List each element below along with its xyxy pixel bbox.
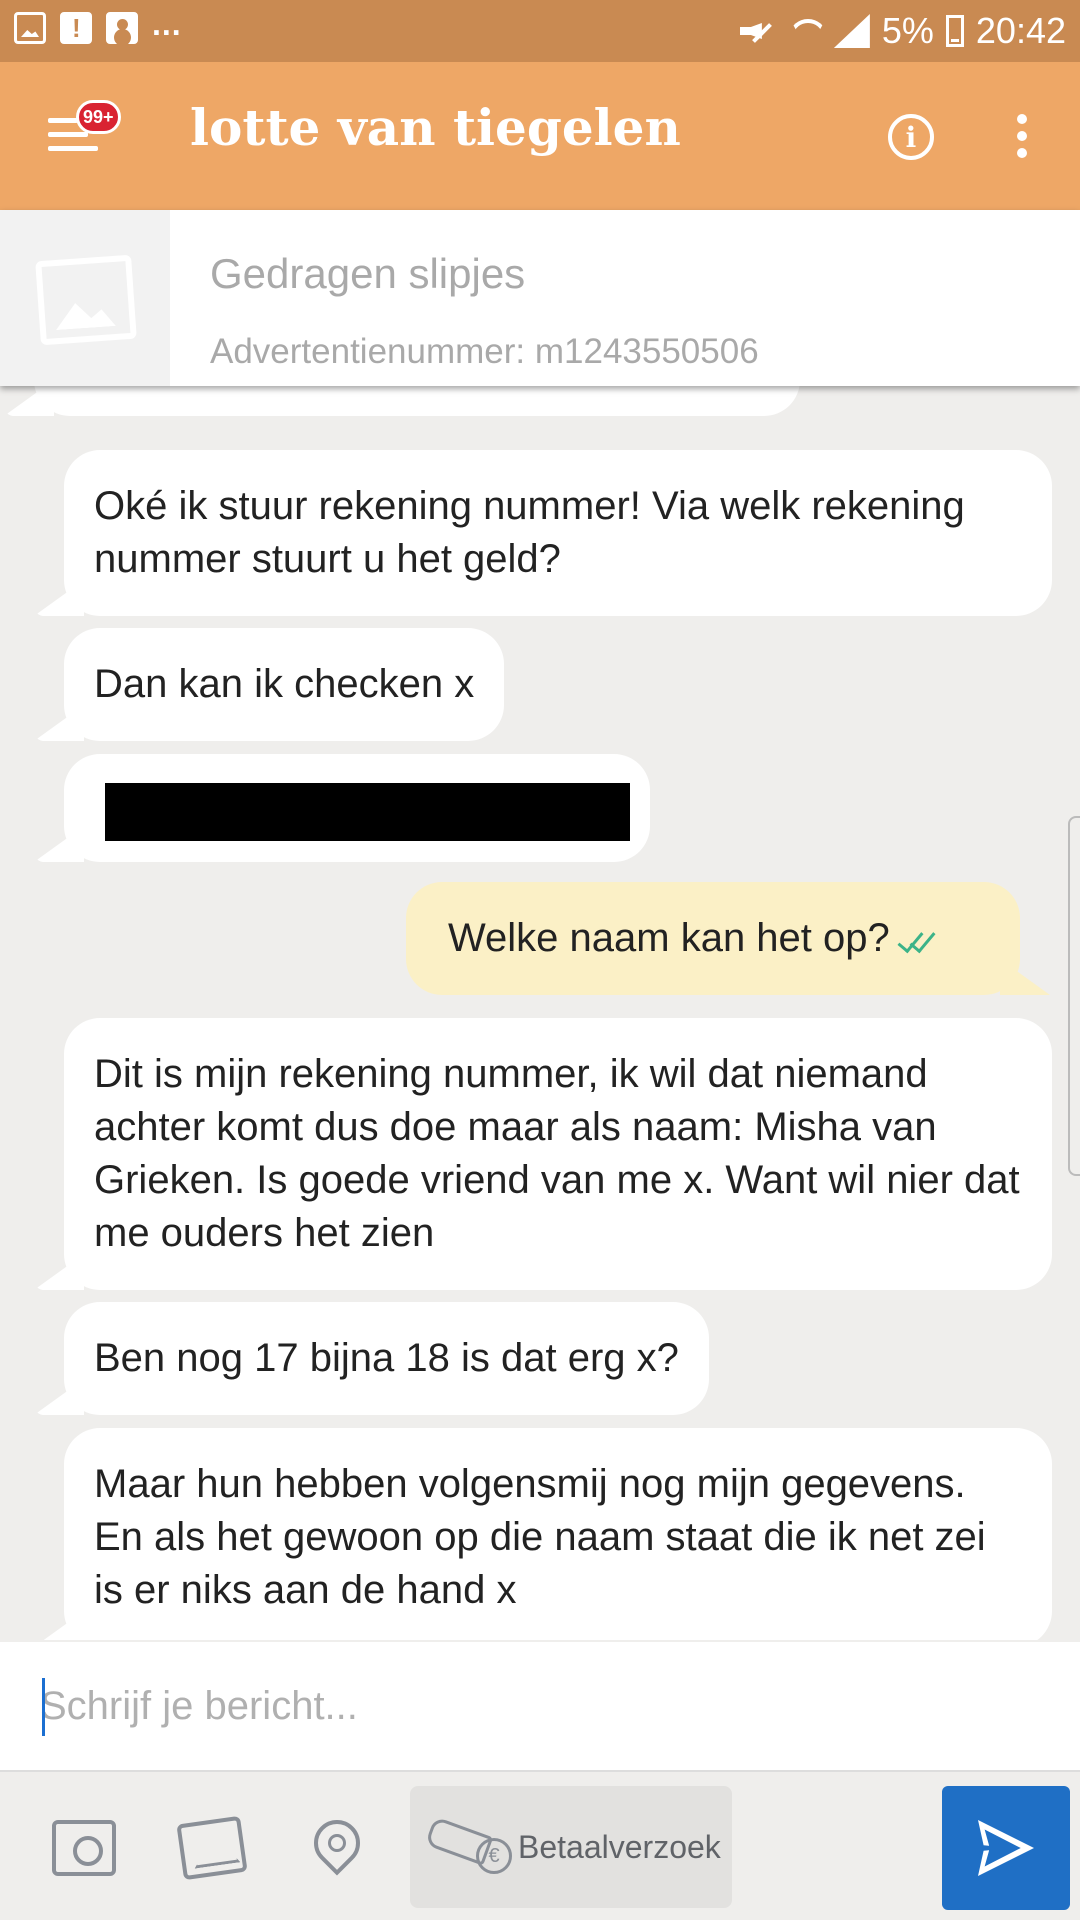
app-header: 99+ lotte van tiegelen i (0, 62, 1080, 210)
status-bar: ... 5% 20:42 (0, 0, 1080, 62)
scrollbar[interactable] (1068, 816, 1080, 1176)
message-bubble-outgoing: Welke naam kan het op? (406, 882, 1020, 995)
message-text: Ben nog 17 bijna 18 is dat erg x? (94, 1336, 679, 1380)
redacted-bank-number (105, 783, 630, 841)
payment-hand-icon (428, 1820, 512, 1874)
bottom-toolbar: Betaalverzoek (0, 1770, 1080, 1920)
advertisement-card[interactable]: Gedragen slipjes Advertentienummer: m124… (0, 210, 1080, 386)
photo-notification-icon (14, 12, 46, 44)
wifi-icon (786, 13, 822, 49)
message-list[interactable]: Oké ik stuur rekening nummer! Via welk r… (0, 386, 1080, 1640)
signal-icon (833, 14, 870, 48)
payment-request-label: Betaalverzoek (518, 1828, 721, 1865)
payment-request-button[interactable]: Betaalverzoek (410, 1786, 732, 1908)
mute-icon (738, 13, 774, 49)
camera-icon[interactable] (52, 1820, 116, 1876)
send-button[interactable] (942, 1786, 1070, 1910)
conversation-title: lotte van tiegelen (190, 98, 681, 157)
location-pin-icon[interactable] (312, 1820, 356, 1880)
image-placeholder-icon (35, 254, 137, 346)
ad-title: Gedragen slipjes (210, 250, 526, 297)
double-check-read-icon (896, 929, 940, 957)
composer (0, 1642, 1080, 1770)
overflow-menu-icon[interactable] (1012, 114, 1032, 162)
message-bubble-incoming: Dit is mijn rekening nummer, ik wil dat … (64, 1018, 1052, 1290)
message-text: Dan kan ik checken x (94, 662, 475, 706)
battery-percent: 5% (881, 10, 934, 51)
gallery-icon[interactable] (176, 1815, 248, 1881)
message-bubble-incoming: Oké ik stuur rekening nummer! Via welk r… (64, 450, 1052, 616)
message-bubble-incoming: Maar hun hebben volgensmij nog mijn gege… (64, 1428, 1052, 1640)
message-text: Maar hun hebben volgensmij nog mijn gege… (94, 1462, 986, 1612)
message-text: Oké ik stuur rekening nummer! Via welk r… (94, 484, 965, 581)
message-bubble-incoming (34, 386, 800, 416)
message-bubble-incoming: Dan kan ik checken x (64, 628, 505, 741)
message-input[interactable] (40, 1672, 1040, 1740)
more-notifications-indicator: ... (152, 5, 182, 42)
contact-notification-icon (106, 12, 138, 44)
message-text: Dit is mijn rekening nummer, ik wil dat … (94, 1052, 1020, 1255)
message-bubble-incoming: Ben nog 17 bijna 18 is dat erg x? (64, 1302, 709, 1415)
info-icon[interactable]: i (888, 114, 934, 160)
ad-thumbnail (0, 210, 170, 386)
text-cursor (42, 1678, 45, 1736)
alert-notification-icon (60, 12, 92, 44)
ad-number: Advertentienummer: m1243550506 (210, 332, 759, 371)
message-text: Welke naam kan het op? (448, 916, 890, 960)
clock: 20:42 (975, 10, 1066, 51)
battery-icon (945, 15, 964, 47)
notification-badge: 99+ (76, 100, 121, 134)
